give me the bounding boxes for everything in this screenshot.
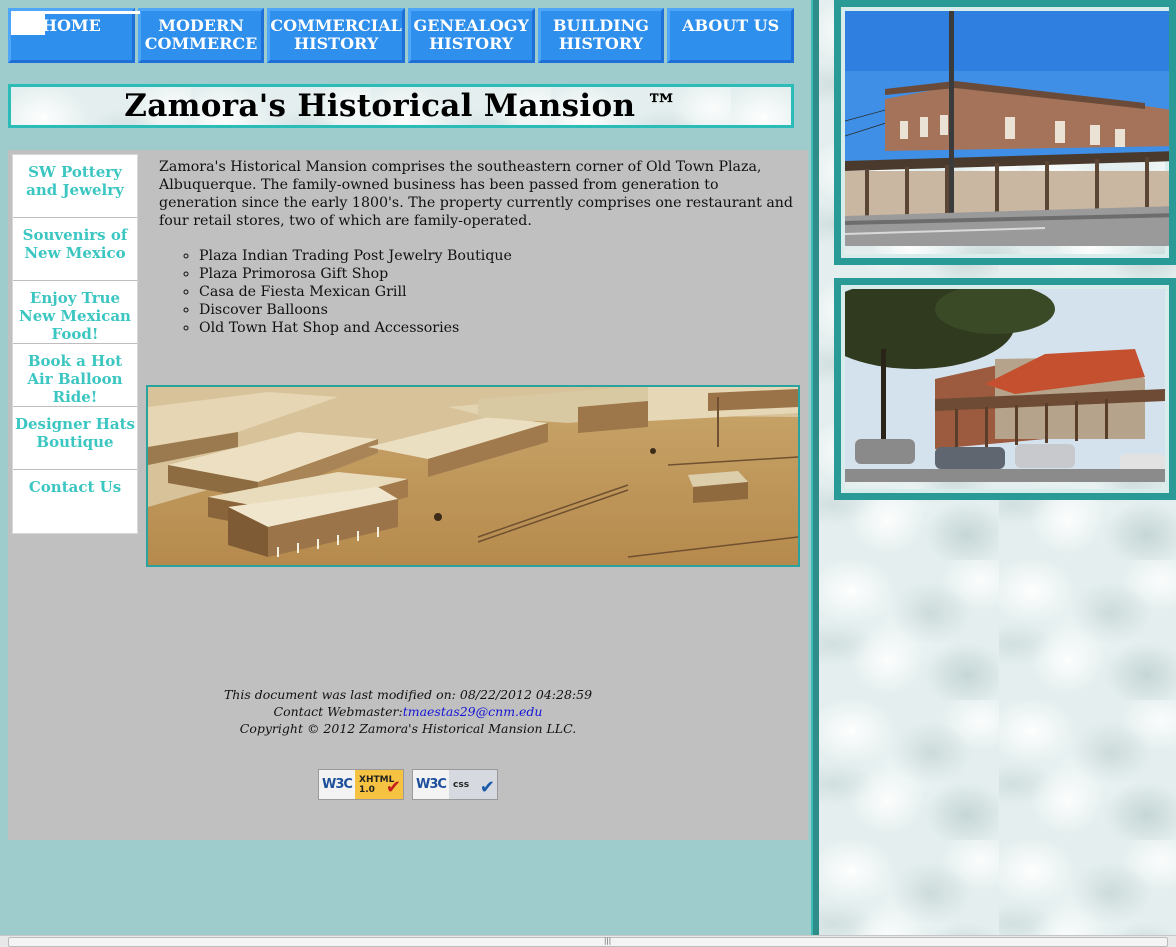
nav-home-label: HOME xyxy=(41,16,101,35)
checkmark-icon: ✔ xyxy=(479,777,495,798)
nav-label-line1: BUILDING xyxy=(553,16,649,35)
nav-about-us[interactable]: ABOUT US xyxy=(667,8,794,63)
scroll-grip-icon: ||| xyxy=(604,937,612,945)
last-modified-text: This document was last modified on: 08/2… xyxy=(223,687,593,702)
nav-label-line2: COMMERCE xyxy=(144,34,258,53)
copyright-text: Copyright © 2012 Zamora's Historical Man… xyxy=(239,721,577,736)
page-title: Zamora's Historical Mansion ™ xyxy=(124,88,678,124)
main-content: SW Pottery and Jewelry Souvenirs of New … xyxy=(8,150,808,840)
column-divider xyxy=(811,0,819,935)
w3c-logo: W3C xyxy=(416,777,447,792)
mansion-photo-svg xyxy=(845,11,1169,246)
nav-home-underline xyxy=(45,11,140,14)
nav-commercial-history[interactable]: COMMERCIAL HISTORY xyxy=(267,8,405,63)
plaza-painting-svg xyxy=(148,387,798,565)
webmaster-email-link[interactable]: tmaestas29@cnm.edu xyxy=(403,704,543,719)
w3c-logo: W3C xyxy=(322,777,353,792)
sidebar-item-contact[interactable]: Contact Us xyxy=(13,470,137,533)
sidebar-item-hats-boutique[interactable]: Designer Hats Boutique xyxy=(13,407,137,470)
list-item: Casa de Fiesta Mexican Grill xyxy=(199,283,512,301)
checkmark-icon: ✔ xyxy=(385,777,401,798)
contact-label: Contact Webmaster: xyxy=(273,704,403,719)
nav-label-line1: COMMERCIAL xyxy=(270,16,402,35)
mansion-photo xyxy=(845,11,1169,246)
list-item: Old Town Hat Shop and Accessories xyxy=(199,319,512,337)
list-item: Plaza Indian Trading Post Jewelry Boutiq… xyxy=(199,247,512,265)
nav-label-line1: GENEALOGY xyxy=(413,16,529,35)
horizontal-scrollbar[interactable]: ||| xyxy=(0,935,1176,947)
nav-modern-commerce[interactable]: MODERN COMMERCE xyxy=(137,8,265,63)
page-footer: This document was last modified on: 08/2… xyxy=(8,686,808,737)
w3c-css-badge[interactable]: W3C css ✔ xyxy=(412,769,498,800)
nav-label-line2: HISTORY xyxy=(294,34,379,53)
plaza-photo-frame xyxy=(834,278,1176,500)
list-item: Plaza Primorosa Gift Shop xyxy=(199,265,512,283)
top-nav: HOME MODERN COMMERCE COMMERCIAL HISTORY … xyxy=(8,8,794,63)
w3c-xhtml-badge[interactable]: W3C XHTML 1.0 ✔ xyxy=(318,769,404,800)
list-item: Discover Balloons xyxy=(199,301,512,319)
plaza-photo-svg xyxy=(845,289,1165,482)
nav-label-line2: HISTORY xyxy=(429,34,514,53)
scrollbar-thumb[interactable] xyxy=(8,937,1168,947)
plaza-photo xyxy=(845,289,1165,482)
contact-line: Contact Webmaster:tmaestas29@cnm.edu xyxy=(8,703,808,720)
sidebar-item-sw-pottery[interactable]: SW Pottery and Jewelry xyxy=(13,155,137,218)
sidebar-item-food[interactable]: Enjoy True New Mexican Food! xyxy=(13,281,137,344)
intro-paragraph: Zamora's Historical Mansion comprises th… xyxy=(159,159,793,229)
sidebar: SW Pottery and Jewelry Souvenirs of New … xyxy=(12,154,138,534)
nav-home-highlight xyxy=(11,11,45,35)
mansion-photo-frame xyxy=(834,0,1176,265)
shop-list: Plaza Indian Trading Post Jewelry Boutiq… xyxy=(199,247,512,337)
nav-label-line2: HISTORY xyxy=(558,34,644,53)
nav-home[interactable]: HOME xyxy=(8,8,140,63)
nav-genealogy-history[interactable]: GENEALOGY HISTORY xyxy=(407,8,535,63)
title-banner: Zamora's Historical Mansion ™ xyxy=(8,84,794,128)
sidebar-item-balloon-ride[interactable]: Book a Hot Air Balloon Ride! xyxy=(13,344,137,407)
historic-plaza-painting xyxy=(146,385,800,567)
validation-badges: W3C XHTML 1.0 ✔ W3C css ✔ xyxy=(318,769,498,800)
nav-label-line1: MODERN xyxy=(158,16,244,35)
nav-label-line1: ABOUT US xyxy=(682,16,780,35)
sidebar-item-souvenirs[interactable]: Souvenirs of New Mexico xyxy=(13,218,137,281)
nav-building-history[interactable]: BUILDING HISTORY xyxy=(537,8,665,63)
